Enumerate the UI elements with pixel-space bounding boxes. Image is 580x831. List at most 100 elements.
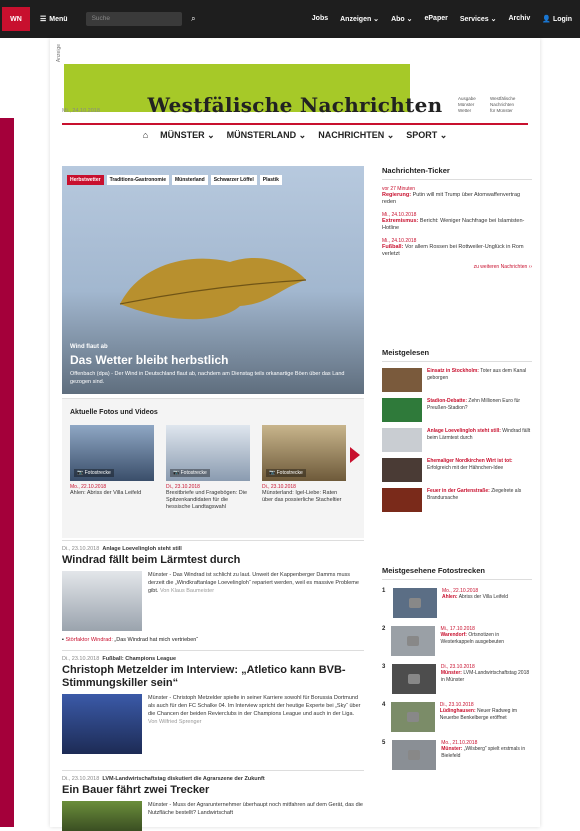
article-headline[interactable]: Ein Bauer fährt zwei Trecker: [62, 784, 364, 797]
side-ad-strip[interactable]: [0, 118, 14, 827]
most-read-item[interactable]: Ehemaliger Nordkirchen Wirt ist tot: Erf…: [382, 458, 532, 482]
hero-article[interactable]: Herbstwetter Traditions-Gastronomie Müns…: [62, 166, 364, 394]
photo-thumb: 📷 Fotostrecke: [166, 425, 250, 481]
article-headline[interactable]: Windrad fällt beim Lärmtest durch: [62, 554, 364, 567]
hero-kicker: Wind flaut ab: [70, 344, 108, 350]
gallery-thumb: [392, 740, 437, 770]
article-author[interactable]: Von Wilfried Sprenger: [148, 719, 202, 725]
article-headline[interactable]: Christoph Metzelder im Interview: „Atlet…: [62, 664, 364, 690]
gallery-item[interactable]: 1 Mo., 22.10.2018 Ahlen: Abriss der Vill…: [382, 588, 532, 618]
ticker-item[interactable]: Mi., 24.10.2018 Fußball: Vor allem Rosse…: [382, 238, 532, 258]
tag-schwarzer-loeffel[interactable]: Schwarzer Löffel: [210, 175, 257, 185]
wn-logo[interactable]: WN: [2, 7, 30, 31]
ticker-label: Extremismus:: [382, 218, 419, 224]
most-read-text: Ehemaliger Nordkirchen Wirt ist tot: Erf…: [427, 458, 532, 472]
photo-item[interactable]: 📷 Fotostrecke Di., 23.10.2018 Münsterlan…: [262, 425, 346, 504]
photo-text[interactable]: Münsterland: Igel-Liebe: Raten über das …: [262, 490, 346, 504]
tag-muensterland[interactable]: Münsterland: [171, 175, 208, 185]
photo-thumb: 📷 Fotostrecke: [70, 425, 154, 481]
most-read-item[interactable]: Feuer in der Gartenstraße: Ziegelrete al…: [382, 488, 532, 512]
next-arrow-icon[interactable]: [350, 447, 360, 463]
photo-caption: 📷 Fotostrecke: [74, 469, 114, 477]
divider: [62, 650, 364, 651]
top-link-anzeigen[interactable]: Anzeigen ⌄: [340, 15, 379, 23]
gallery-item[interactable]: 2 Mi., 17.10.2018 Warendorf: Ortsnotizen…: [382, 626, 532, 656]
photo-text[interactable]: Brexitbriefe und Fragebögen: Die Spitzen…: [166, 490, 250, 511]
related-label: Störfaktor Windrad:: [65, 637, 113, 643]
tag-plastik[interactable]: Plastik: [259, 175, 282, 185]
search-icon[interactable]: ⌕: [191, 14, 195, 24]
top-link-abo[interactable]: Abo ⌄: [391, 15, 412, 23]
home-icon[interactable]: ⌂: [143, 130, 148, 141]
ad-label: Anzeige: [56, 44, 62, 63]
tag-herbstwetter[interactable]: Herbstwetter: [67, 175, 104, 185]
most-read-item[interactable]: Einsatz in Stockholm: Toter aus dem Kana…: [382, 368, 532, 392]
photos-title: Aktuelle Fotos und Videos: [70, 409, 158, 416]
search-input[interactable]: Suche ⌕: [85, 12, 196, 26]
masthead-small-left[interactable]: Ausgabe Münster Wetter: [458, 96, 476, 114]
nav-muenster[interactable]: MÜNSTER ⌄: [160, 130, 215, 141]
photo-item[interactable]: 📷 Fotostrecke Mo., 22.10.2018 Ahlen: Abr…: [70, 425, 154, 497]
gallery-thumb: [390, 702, 435, 732]
most-read-text: Anlage Loevelingloh steht still: Windrad…: [427, 428, 532, 442]
most-read-label: Ehemaliger Nordkirchen Wirt ist tot:: [427, 458, 513, 464]
gallery-info: Di., 23.10.2018 Lüdinghausen: Neuer Radw…: [440, 702, 532, 722]
article-kicker: Fußball: Champions League: [102, 656, 177, 662]
article-image[interactable]: [62, 571, 142, 631]
caption-text: Fotostrecke: [180, 470, 207, 476]
top-link-services[interactable]: Services ⌄: [460, 15, 497, 23]
gallery-rank: 5: [382, 740, 386, 746]
gallery-text: Warendorf: Ortsnotizen in Westerkappeln …: [440, 632, 532, 646]
article-image[interactable]: [62, 694, 142, 754]
ticker-item[interactable]: Mi., 24.10.2018 Extremismus: Bericht: We…: [382, 212, 532, 232]
article-date: Di., 23.10.2018: [62, 776, 100, 782]
gallery-label: Münster:: [440, 670, 462, 676]
galleries-title: Meistgesehene Fotostrecken: [382, 566, 532, 580]
article-metzelder: Di., 23.10.2018 Fußball: Champions Leagu…: [62, 656, 364, 754]
tag-traditions-gastronomie[interactable]: Traditions-Gastronomie: [106, 175, 169, 185]
top-bar: WN ☰ Menü Suche ⌕ Jobs Anzeigen ⌄ Abo ⌄ …: [0, 0, 580, 38]
top-link-jobs[interactable]: Jobs: [312, 15, 328, 23]
ticker-label: Fußball:: [382, 244, 404, 250]
top-link-epaper[interactable]: ePaper: [424, 15, 447, 23]
gallery-thumb: [391, 664, 436, 694]
article-author[interactable]: Von Klaus Baumeister: [160, 588, 214, 594]
mini-line: für Münster: [490, 108, 513, 113]
camera-icon: [407, 674, 420, 684]
camera-icon: [407, 636, 420, 646]
gallery-thumb: [393, 588, 437, 618]
login-button[interactable]: 👤 Login: [542, 15, 572, 23]
camera-icon: [406, 712, 419, 722]
article-body-text: Münster - Muss der Agrarunternehmer über…: [148, 802, 363, 816]
gallery-info: Mo., 21.10.2018 Münster: „Wilsberg“ spie…: [441, 740, 532, 760]
gallery-item[interactable]: 3 Di., 23.10.2018 Münster: LVM-Landwirts…: [382, 664, 532, 694]
article-meta: Di., 23.10.2018 Anlage Loevelingloh steh…: [62, 546, 364, 552]
gallery-rank: 4: [382, 702, 386, 708]
article-kicker: Anlage Loevelingloh steht still: [102, 546, 182, 552]
photo-text[interactable]: Ahlen: Abriss der Villa Leifeld: [70, 490, 154, 497]
menu-button[interactable]: ☰ Menü: [40, 15, 68, 24]
gallery-item[interactable]: 5 Mo., 21.10.2018 Münster: „Wilsberg“ sp…: [382, 740, 532, 770]
user-icon: 👤: [542, 16, 551, 23]
nav-nachrichten[interactable]: NACHRICHTEN ⌄: [318, 130, 394, 141]
most-read-item[interactable]: Stadion-Debatte: Zehn Millionen Euro für…: [382, 398, 532, 422]
divider: [62, 540, 364, 541]
article-body-text: Münster - Christoph Metzelder spielte in…: [148, 695, 361, 717]
more-news-link[interactable]: zu weiteren Nachrichten ››: [382, 264, 532, 270]
nav-muensterland[interactable]: MÜNSTERLAND ⌄: [227, 130, 307, 141]
gallery-info: Di., 23.10.2018 Münster: LVM-Landwirtsch…: [441, 664, 532, 684]
article-kicker: LVM-Landwirtschaftstag diskutiert die Ag…: [102, 776, 265, 782]
ticker-item[interactable]: vor 27 Minuten Regierung: Putin will mit…: [382, 186, 532, 206]
most-read-title: Meistgelesen: [382, 348, 532, 362]
gallery-item[interactable]: 4 Di., 23.10.2018 Lüdinghausen: Neuer Ra…: [382, 702, 532, 732]
gallery-thumb: [391, 626, 436, 656]
nav-sport[interactable]: SPORT ⌄: [406, 130, 447, 141]
top-link-archiv[interactable]: Archiv: [508, 15, 530, 23]
masthead-small-right[interactable]: Westfälische Nachrichten für Münster: [490, 96, 515, 114]
most-read-thumb: [382, 458, 422, 482]
most-read-item[interactable]: Anlage Loevelingloh steht still: Windrad…: [382, 428, 532, 452]
related-text: „Das Windrad hat mich vertrieben“: [114, 637, 199, 643]
hero-headline[interactable]: Das Wetter bleibt herbstlich: [70, 353, 360, 367]
photo-item[interactable]: 📷 Fotostrecke Di., 23.10.2018 Brexitbrie…: [166, 425, 250, 511]
related-link[interactable]: ▪ Störfaktor Windrad: „Das Windrad hat m…: [62, 637, 364, 643]
